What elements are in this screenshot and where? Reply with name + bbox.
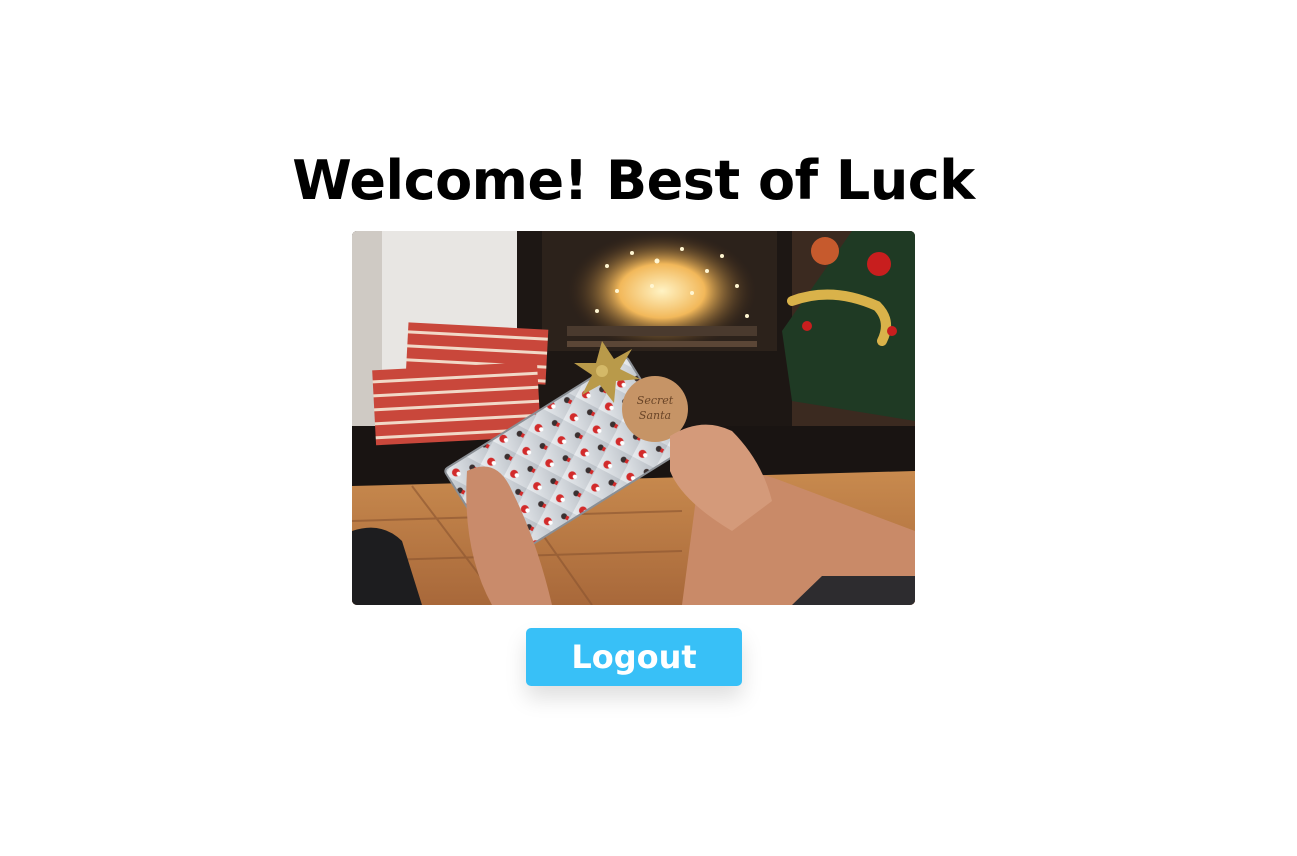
svg-text:Santa: Santa — [639, 409, 671, 422]
page-title: Welcome! Best of Luck — [292, 149, 975, 212]
welcome-page: Welcome! Best of Luck Secret Santa Logou… — [0, 0, 1297, 856]
secret-santa-gift-image: Secret Santa — [352, 231, 915, 605]
logout-button[interactable]: Logout — [526, 628, 742, 686]
gift-tag-text: Secret — [637, 394, 674, 407]
